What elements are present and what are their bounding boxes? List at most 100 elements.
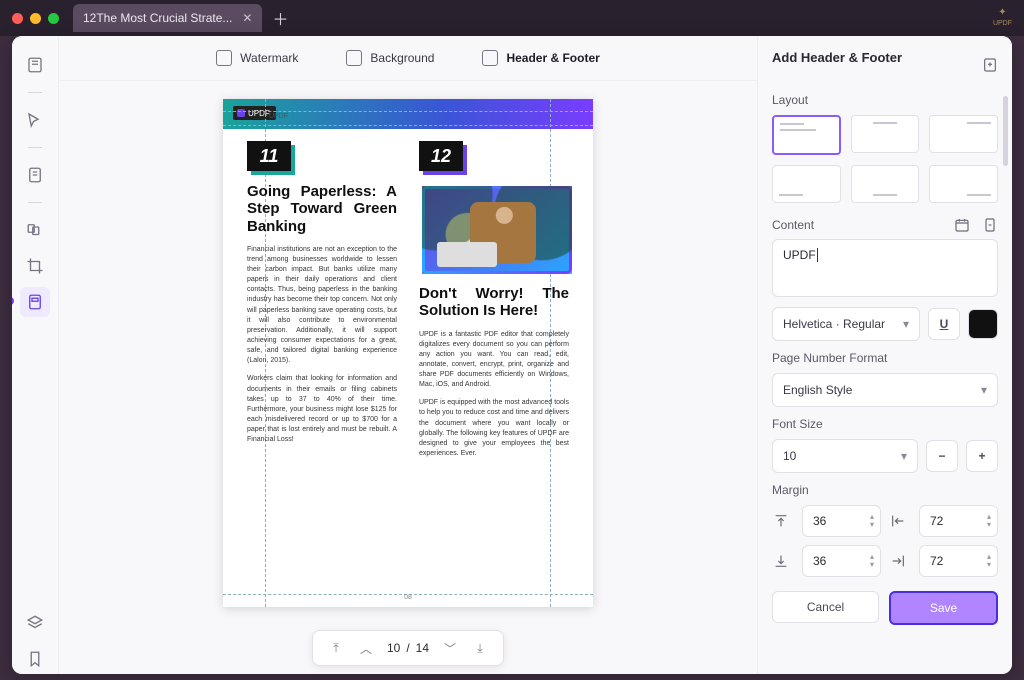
next-page-button[interactable]: ﹀ xyxy=(441,639,459,657)
section-number-12: 12 xyxy=(419,141,463,171)
tab-header-footer[interactable]: Header & Footer xyxy=(472,44,609,72)
editor-canvas-area: Watermark Background Header & Footer UPD… xyxy=(59,36,757,674)
window-controls xyxy=(12,13,59,24)
margin-left-value: 72 xyxy=(930,554,943,568)
headerfooter-icon xyxy=(482,50,498,66)
layout-bottom-center[interactable] xyxy=(851,165,920,203)
margin-left-input[interactable]: 72▴▾ xyxy=(919,545,998,577)
content-input-value: UPDF xyxy=(783,248,816,262)
body-text: UPDF is equipped with the most advanced … xyxy=(419,398,569,459)
insert-page-icon[interactable] xyxy=(982,217,998,233)
layout-picker xyxy=(772,115,998,203)
insert-date-icon[interactable] xyxy=(954,217,970,233)
page-tools[interactable] xyxy=(20,287,50,317)
margin-bottom-input[interactable]: 36▴▾ xyxy=(802,545,881,577)
minimize-window-icon[interactable] xyxy=(30,13,41,24)
cancel-button[interactable]: Cancel xyxy=(772,591,879,623)
text-color-swatch[interactable] xyxy=(968,309,998,339)
organize-tool[interactable] xyxy=(20,215,50,245)
margin-right-input[interactable]: 72▴▾ xyxy=(919,505,998,537)
font-size-value: 10 xyxy=(783,449,796,463)
page-footer-number: 08 xyxy=(404,594,412,601)
margin-bottom-value: 36 xyxy=(813,554,826,568)
content-label: Content xyxy=(772,218,814,232)
tab-watermark[interactable]: Watermark xyxy=(206,44,308,72)
save-template-icon[interactable] xyxy=(982,57,998,73)
prev-page-button[interactable]: ︿ xyxy=(357,639,375,657)
font-size-increase[interactable]: + xyxy=(966,440,998,472)
app-brand-icon: ✦UPDF xyxy=(993,8,1012,28)
crop-tool[interactable] xyxy=(20,251,50,281)
first-page-button[interactable]: ⤒ xyxy=(327,639,345,657)
margin-top-icon xyxy=(772,512,790,530)
article-photo xyxy=(419,183,575,277)
stepper-down[interactable]: ▾ xyxy=(987,521,991,529)
layout-label: Layout xyxy=(772,93,998,107)
body-text: UPDF is a fantastic PDF editor that comp… xyxy=(419,330,569,391)
page-column-right: 12 Don't Worry! The Solution Is Here! UP… xyxy=(419,141,569,587)
heading-dont-worry: Don't Worry! The Solution Is Here! xyxy=(419,285,569,320)
document-tab-title: 12The Most Crucial Strate... xyxy=(83,11,232,25)
font-select-value: Helvetica · Regular xyxy=(783,317,885,331)
section-number-11: 11 xyxy=(247,141,291,171)
header-footer-panel: Add Header & Footer Layout Content xyxy=(757,36,1012,674)
stepper-down[interactable]: ▾ xyxy=(870,561,874,569)
margin-bottom-icon xyxy=(772,552,790,570)
new-tab-button[interactable]: ＋ xyxy=(268,6,292,30)
stepper-down[interactable]: ▾ xyxy=(987,561,991,569)
layout-top-left[interactable] xyxy=(772,115,841,155)
tab-background-label: Background xyxy=(370,51,434,65)
bookmark-tool[interactable] xyxy=(20,644,50,674)
header-preview-text: UPDF xyxy=(269,113,288,120)
comment-tool[interactable] xyxy=(20,105,50,135)
close-tab-icon[interactable]: ✕ xyxy=(242,11,252,25)
body-text: Workers claim that looking for informati… xyxy=(247,374,397,445)
left-toolbar xyxy=(12,36,59,674)
margin-right-icon xyxy=(889,512,907,530)
layout-bottom-left[interactable] xyxy=(772,165,841,203)
reader-tool[interactable] xyxy=(20,50,50,80)
tab-background[interactable]: Background xyxy=(336,44,444,72)
body-text: Financial institutions are not an except… xyxy=(247,245,397,367)
layout-bottom-right[interactable] xyxy=(929,165,998,203)
save-button[interactable]: Save xyxy=(889,591,998,625)
last-page-button[interactable]: ⤓ xyxy=(471,639,489,657)
watermark-icon xyxy=(216,50,232,66)
font-size-label: Font Size xyxy=(772,417,998,431)
page-number-format-select[interactable]: English Style ▾ xyxy=(772,373,998,407)
panel-title: Add Header & Footer xyxy=(772,50,902,65)
font-size-decrease[interactable]: − xyxy=(926,440,958,472)
chevron-down-icon: ▾ xyxy=(981,383,987,397)
page-total: 14 xyxy=(416,641,429,655)
page-current[interactable]: 10 xyxy=(387,641,400,655)
heading-going-paperless: Going Paperless: A Step Toward Green Ban… xyxy=(247,183,397,235)
margin-top-input[interactable]: 36▴▾ xyxy=(802,505,881,537)
stepper-down[interactable]: ▾ xyxy=(870,521,874,529)
page-navigator: ⤒ ︿ 10 / 14 ﹀ ⤓ xyxy=(59,630,757,666)
layout-top-center[interactable] xyxy=(851,115,920,153)
layers-tool[interactable] xyxy=(20,608,50,638)
background-icon xyxy=(346,50,362,66)
content-input[interactable]: UPDF xyxy=(772,239,998,297)
margin-label: Margin xyxy=(772,483,998,497)
edit-tool[interactable] xyxy=(20,160,50,190)
margin-top-value: 36 xyxy=(813,514,826,528)
page-tools-tabs: Watermark Background Header & Footer xyxy=(59,36,757,81)
page-column-left: 11 Going Paperless: A Step Toward Green … xyxy=(247,141,397,587)
margin-left-icon xyxy=(889,552,907,570)
underline-toggle[interactable]: U xyxy=(928,308,960,340)
page-preview: UPDF UPDF 11 Going Paperless: A Step Tow… xyxy=(223,99,593,607)
zoom-window-icon[interactable] xyxy=(48,13,59,24)
tab-watermark-label: Watermark xyxy=(240,51,298,65)
margin-right-value: 72 xyxy=(930,514,943,528)
document-viewport[interactable]: UPDF UPDF 11 Going Paperless: A Step Tow… xyxy=(59,81,757,674)
page-number-format-value: English Style xyxy=(783,383,852,397)
font-select[interactable]: Helvetica · Regular ▾ xyxy=(772,307,920,341)
font-size-select[interactable]: 10 ▾ xyxy=(772,439,918,473)
tab-headerfooter-label: Header & Footer xyxy=(506,51,599,65)
layout-top-right[interactable] xyxy=(929,115,998,153)
document-tab[interactable]: 12The Most Crucial Strate... ✕ xyxy=(73,4,262,32)
page-sep: / xyxy=(406,641,409,655)
page-number-format-label: Page Number Format xyxy=(772,351,998,365)
close-window-icon[interactable] xyxy=(12,13,23,24)
